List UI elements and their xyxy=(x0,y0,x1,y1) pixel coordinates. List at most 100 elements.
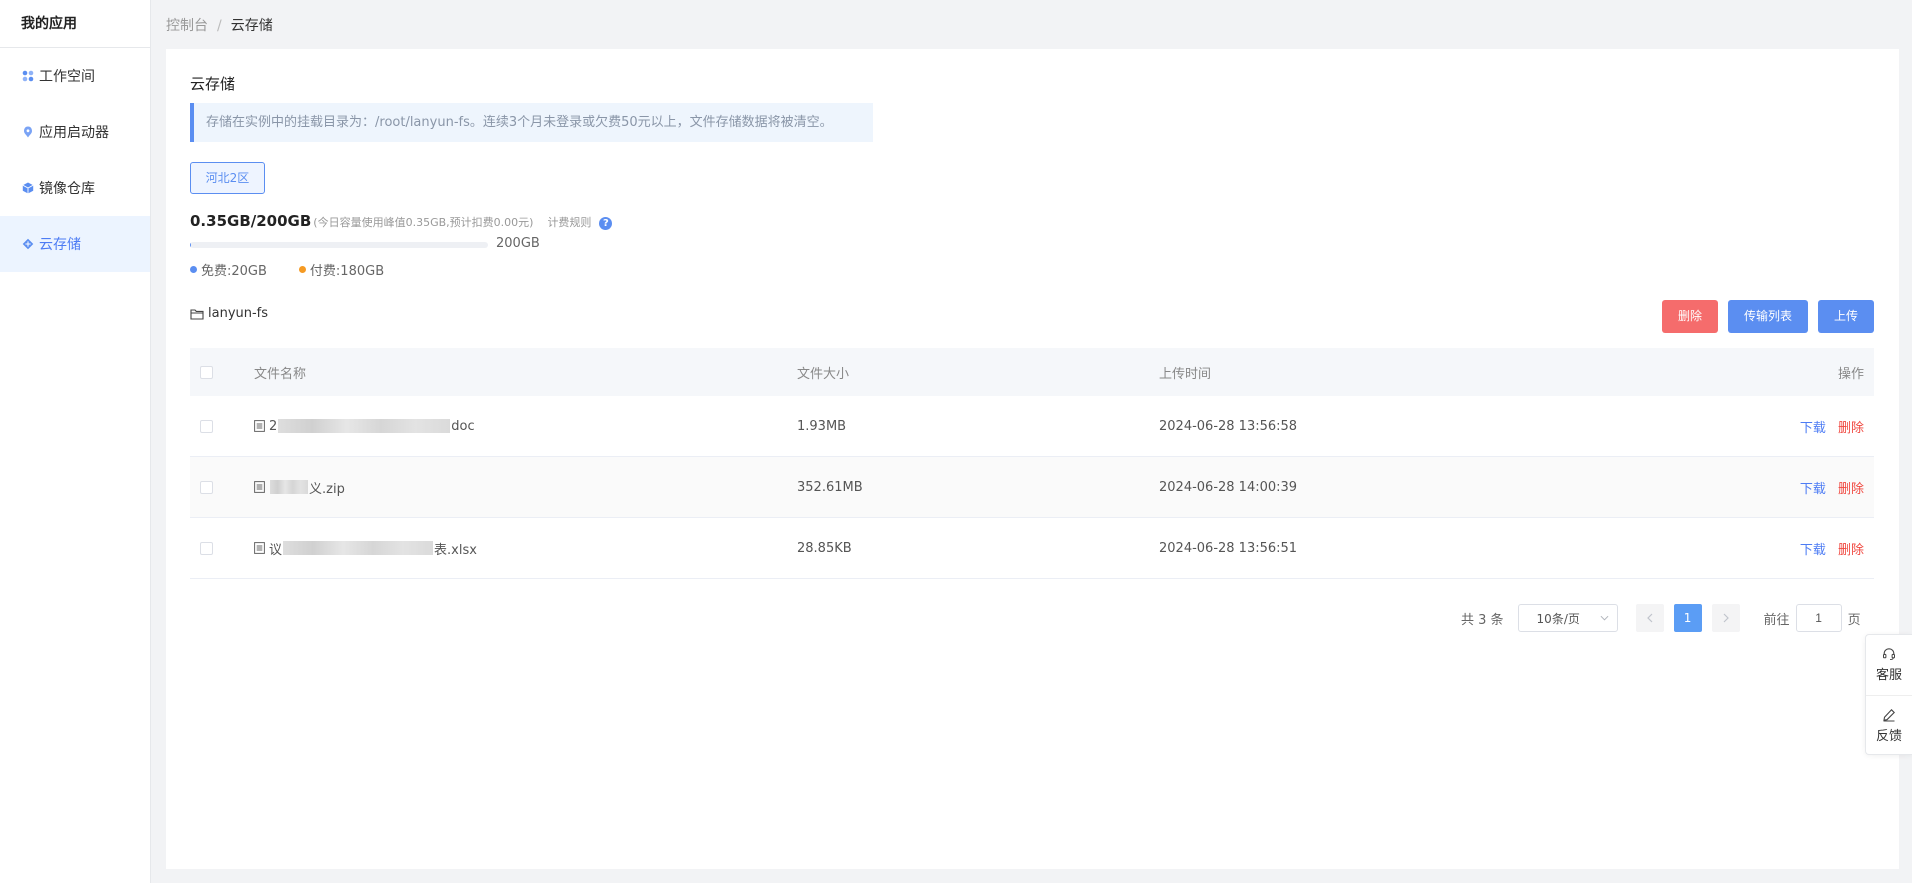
folder-name: lanyun-fs xyxy=(208,306,269,321)
folder-path[interactable]: lanyun-fs xyxy=(190,306,268,321)
header-name: 文件名称 xyxy=(254,366,307,382)
prev-page-button[interactable] xyxy=(1635,604,1664,632)
usage-amount: 0.35GB/200GB xyxy=(190,212,312,230)
download-link[interactable]: 下载 xyxy=(1800,421,1826,436)
sidebar-item-image-repo[interactable]: 镜像仓库 xyxy=(0,160,150,216)
usage-peak-note: (今日容量使用峰值0.35GB,预计扣费0.00元) xyxy=(313,216,534,229)
page-number-button[interactable]: 1 xyxy=(1673,604,1702,632)
usage-summary: 0.35GB/200GB (今日容量使用峰值0.35GB,预计扣费0.00元) … xyxy=(190,212,613,230)
chevron-left-icon xyxy=(1646,613,1652,623)
workspace-icon xyxy=(22,70,34,82)
goto-prefix: 前往 xyxy=(1763,612,1790,628)
file-name-suffix: 义.zip xyxy=(309,481,345,497)
chevron-right-icon xyxy=(1723,613,1729,623)
sidebar-item-workspace[interactable]: 工作空间 xyxy=(0,48,150,104)
folder-icon xyxy=(190,308,204,320)
sidebar: 我的应用 工作空间 应用启动器 镜像仓库 云存储 xyxy=(0,0,151,883)
file-icon xyxy=(254,542,265,554)
breadcrumb-current: 云存储 xyxy=(230,18,273,34)
table-header: 文件名称 文件大小 上传时间 操作 xyxy=(190,348,1874,396)
pen-icon xyxy=(1883,708,1895,721)
legend-free-label: 免费:20GB xyxy=(201,264,267,279)
file-upload-time: 2024-06-28 14:00:39 xyxy=(1159,479,1298,495)
sidebar-item-launcher[interactable]: 应用启动器 xyxy=(0,104,150,160)
free-dot-icon xyxy=(190,266,197,273)
file-icon xyxy=(254,481,265,493)
region-button[interactable]: 河北2区 xyxy=(190,162,265,194)
image-repo-icon xyxy=(22,182,34,194)
row-checkbox[interactable] xyxy=(200,480,213,494)
header-time: 上传时间 xyxy=(1159,366,1212,382)
goto-page-input[interactable] xyxy=(1795,604,1842,632)
delete-link[interactable]: 删除 xyxy=(1838,421,1864,436)
next-page-button[interactable] xyxy=(1711,604,1740,632)
delete-link[interactable]: 删除 xyxy=(1838,543,1864,558)
cloud-storage-icon xyxy=(22,238,34,250)
billing-rule-link[interactable]: 计费规则 xyxy=(547,214,591,230)
row-actions: 下载 删除 xyxy=(1679,539,1874,558)
header-size: 文件大小 xyxy=(797,366,850,382)
file-name-cell[interactable]: 2 doc xyxy=(254,419,797,434)
help-icon[interactable]: ? xyxy=(599,217,613,230)
redacted-text xyxy=(270,480,308,494)
row-checkbox[interactable] xyxy=(200,541,213,555)
sidebar-item-label: 镜像仓库 xyxy=(39,181,95,197)
breadcrumb: 控制台 / 云存储 xyxy=(166,15,273,35)
file-size: 352.61MB xyxy=(797,479,863,495)
table-row: 2 doc 1.93MB 2024-06-28 13:56:58 下载 删除 xyxy=(190,396,1874,457)
page-size-value: 10条/页 xyxy=(1536,611,1580,626)
download-link[interactable]: 下载 xyxy=(1800,543,1826,558)
upload-button[interactable]: 上传 xyxy=(1818,300,1874,333)
transfer-list-button[interactable]: 传输列表 xyxy=(1728,300,1808,333)
headset-icon xyxy=(1883,648,1896,661)
select-all-checkbox[interactable] xyxy=(200,365,213,379)
legend-free: 免费:20GB xyxy=(190,260,267,279)
legend-paid-label: 付费:180GB xyxy=(309,264,385,279)
page-size-select[interactable]: 10条/页 xyxy=(1517,604,1618,632)
feedback-button[interactable]: 反馈 xyxy=(1866,695,1912,755)
table-row: 义.zip 352.61MB 2024-06-28 14:00:39 下载 删除 xyxy=(190,457,1874,518)
goto-suffix: 页 xyxy=(1847,612,1861,628)
row-checkbox[interactable] xyxy=(200,419,213,433)
delete-button[interactable]: 删除 xyxy=(1662,300,1718,333)
mount-notice: 存储在实例中的挂载目录为：/root/lanyun-fs。连续3个月未登录或欠费… xyxy=(190,103,873,142)
launcher-icon xyxy=(22,126,34,138)
file-name-cell[interactable]: 议 表.xlsx xyxy=(254,539,797,558)
table-row: 议 表.xlsx 28.85KB 2024-06-28 13:56:51 下载 … xyxy=(190,518,1874,579)
feedback-label: 反馈 xyxy=(1875,728,1902,744)
breadcrumb-root[interactable]: 控制台 xyxy=(166,18,208,34)
download-link[interactable]: 下载 xyxy=(1800,482,1826,497)
chevron-down-icon xyxy=(1600,615,1608,621)
floating-help-menu: 客服 反馈 xyxy=(1865,634,1912,755)
row-actions: 下载 删除 xyxy=(1679,417,1874,436)
paid-dot-icon xyxy=(298,266,306,273)
delete-link[interactable]: 删除 xyxy=(1838,482,1864,497)
capacity-label: 200GB xyxy=(496,236,540,251)
sidebar-item-cloud-storage[interactable]: 云存储 xyxy=(0,216,150,272)
breadcrumb-separator: / xyxy=(217,18,222,34)
file-table: 文件名称 文件大小 上传时间 操作 2 doc 1.93MB 2024-06-2… xyxy=(190,348,1874,579)
legend-paid: 付费:180GB xyxy=(298,260,385,279)
usage-legend: 免费:20GB 付费:180GB xyxy=(190,260,416,279)
row-check-cell xyxy=(190,480,254,494)
file-name-cell[interactable]: 义.zip xyxy=(254,478,797,497)
customer-service-button[interactable]: 客服 xyxy=(1866,635,1912,695)
file-name-suffix: doc xyxy=(451,418,475,434)
file-icon xyxy=(254,420,265,432)
sidebar-item-label: 工作空间 xyxy=(39,69,95,85)
page-title: 云存储 xyxy=(190,75,236,93)
pagination-total: 共 3 条 xyxy=(1461,612,1504,628)
file-name-prefix: 议 xyxy=(269,542,283,558)
row-check-cell xyxy=(190,419,254,433)
row-check-cell xyxy=(190,541,254,555)
sidebar-title: 我的应用 xyxy=(0,0,150,48)
header-ops: 操作 xyxy=(1837,366,1864,382)
usage-progress-fill xyxy=(190,242,192,248)
file-upload-time: 2024-06-28 13:56:58 xyxy=(1159,418,1298,434)
main-panel: 云存储 存储在实例中的挂载目录为：/root/lanyun-fs。连续3个月未登… xyxy=(166,49,1899,869)
customer-service-label: 客服 xyxy=(1875,668,1902,683)
sidebar-item-label: 云存储 xyxy=(39,237,81,253)
file-name-suffix: 表.xlsx xyxy=(434,542,477,558)
redacted-text xyxy=(278,419,451,433)
file-upload-time: 2024-06-28 13:56:51 xyxy=(1159,540,1298,556)
